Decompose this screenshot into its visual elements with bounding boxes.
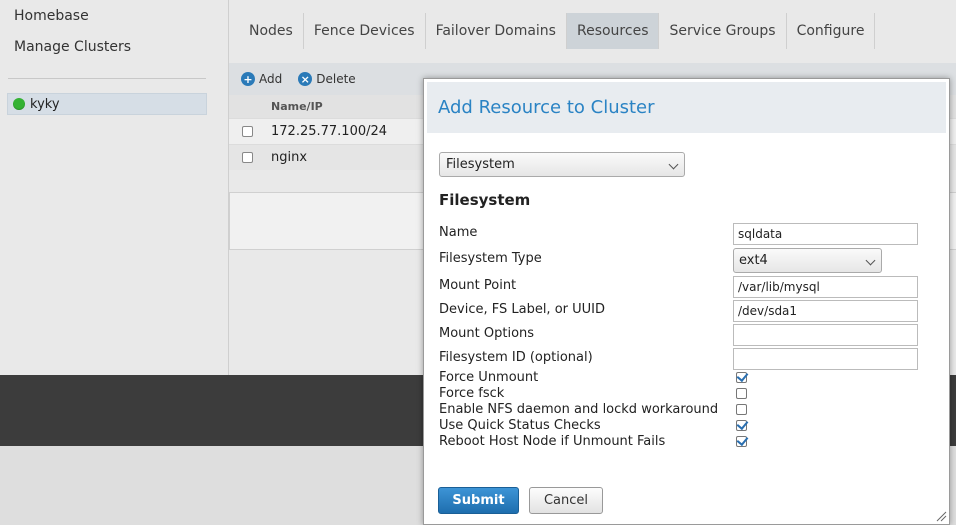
fs-type-value: ext4 [739,253,768,268]
add-resource-dialog: Add Resource to Cluster Filesystem Files… [423,78,950,525]
resource-type-value: Filesystem [446,157,515,172]
dialog-title: Add Resource to Cluster [438,97,655,118]
force-unmount-label: Force Unmount [439,370,539,385]
resize-grip-icon[interactable] [935,510,947,522]
cluster-status-icon [13,98,25,110]
chevron-down-icon [668,159,679,170]
fs-type-select[interactable]: ext4 [733,248,882,273]
mount-point-label: Mount Point [439,278,517,293]
add-button-label: Add [259,72,283,86]
tab-failover-domains[interactable]: Failover Domains [426,13,567,49]
device-field[interactable]: /dev/sda1 [733,300,918,322]
dialog-header: Add Resource to Cluster [427,82,946,133]
nav-homebase-link[interactable]: Homebase [14,8,89,24]
fs-type-label: Filesystem Type [439,251,542,266]
quick-status-checkbox[interactable] [736,420,747,431]
nfs-workaround-checkbox[interactable] [736,404,747,415]
cancel-button[interactable]: Cancel [529,487,603,514]
mount-options-field[interactable] [733,324,918,346]
resource-type-select[interactable]: Filesystem [439,152,685,177]
resource-name: 172.25.77.100/24 [271,124,388,139]
tab-nodes[interactable]: Nodes [239,13,304,49]
tab-resources[interactable]: Resources [566,13,660,49]
delete-button[interactable]: × Delete [298,72,356,86]
tab-bar: Nodes Fence Devices Failover Domains Res… [239,13,876,49]
left-nav: Homebase Manage Clusters kyky [0,0,228,375]
row-checkbox[interactable] [242,152,253,163]
force-unmount-checkbox[interactable] [736,372,747,383]
nfs-workaround-label: Enable NFS daemon and lockd workaround [439,402,719,417]
section-title: Filesystem [439,191,531,209]
force-fsck-label: Force fsck [439,386,505,401]
nav-manage-clusters-link[interactable]: Manage Clusters [14,39,131,55]
quick-status-label: Use Quick Status Checks [439,418,601,433]
tab-configure[interactable]: Configure [787,13,876,49]
cluster-name: kyky [30,96,60,112]
mount-point-field[interactable]: /var/lib/mysql [733,276,918,298]
nav-divider [8,78,206,79]
row-checkbox[interactable] [242,126,253,137]
delete-button-label: Delete [316,72,356,86]
submit-button[interactable]: Submit [438,487,519,514]
device-label: Device, FS Label, or UUID [439,302,605,317]
tab-service-groups[interactable]: Service Groups [659,13,787,49]
name-field[interactable]: sqldata [733,223,918,245]
chevron-down-icon [865,255,876,266]
resource-name: nginx [271,150,308,165]
reboot-host-label: Reboot Host Node if Unmount Fails [439,434,666,449]
add-button[interactable]: + Add [241,72,282,86]
x-circle-icon: × [298,72,313,86]
tab-fence-devices[interactable]: Fence Devices [304,13,426,49]
plus-circle-icon: + [241,72,255,86]
force-fsck-checkbox[interactable] [736,388,747,399]
reboot-host-checkbox[interactable] [736,436,747,447]
name-label: Name [439,225,478,240]
fs-id-field[interactable] [733,348,918,370]
cluster-item[interactable]: kyky [7,93,207,115]
fs-id-label: Filesystem ID (optional) [439,350,593,365]
mount-options-label: Mount Options [439,326,535,341]
